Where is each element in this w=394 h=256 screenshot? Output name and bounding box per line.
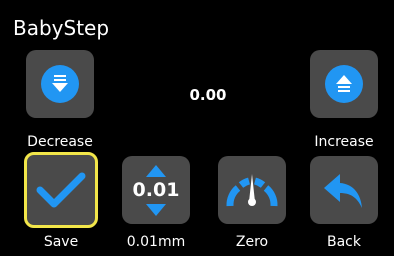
increase-label: Increase — [314, 134, 374, 150]
save-label: Save — [43, 234, 79, 250]
gauge-icon — [226, 174, 278, 207]
increase-button[interactable] — [310, 50, 378, 118]
zero-label: Zero — [235, 234, 269, 250]
zero-button[interactable] — [218, 156, 286, 224]
back-button[interactable] — [310, 156, 378, 224]
save-button[interactable] — [24, 152, 98, 228]
page-title: BabyStep — [13, 16, 110, 40]
arrow-down-bar-icon — [41, 65, 79, 103]
back-arrow-icon — [324, 174, 362, 208]
arrow-up-bar-icon — [325, 65, 363, 103]
decrease-button[interactable] — [26, 50, 94, 118]
step-size-button[interactable]: 0.01 — [122, 156, 190, 224]
up-arrow-icon — [145, 164, 166, 177]
babystep-value: 0.00 — [189, 86, 227, 104]
decrease-label: Decrease — [27, 134, 93, 150]
step-size-value: 0.01 — [132, 178, 180, 201]
checkmark-icon — [36, 172, 86, 208]
back-label: Back — [327, 234, 361, 250]
step-size-label: 0.01mm — [126, 234, 186, 250]
down-arrow-icon — [145, 203, 166, 216]
